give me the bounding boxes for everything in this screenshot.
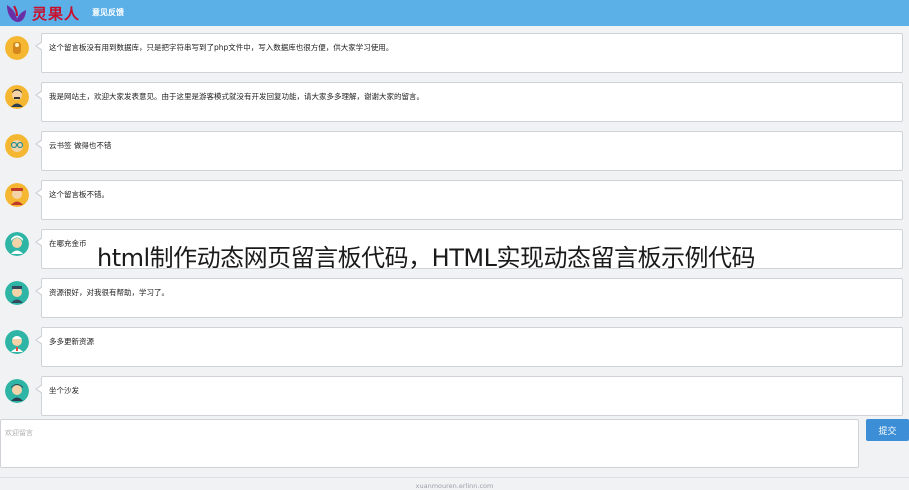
logo-mark-icon: [7, 5, 26, 22]
avatar-icon: [5, 379, 29, 403]
message-bubble: 云书签 做得也不错: [35, 131, 903, 171]
logo-text: 灵果人: [32, 4, 81, 23]
avatar-icon: [5, 281, 29, 305]
message-bubble: 多多更新资源: [35, 327, 903, 367]
message-bubble: 这个留言板不错。: [35, 180, 903, 220]
avatar-icon: [5, 232, 29, 256]
top-bar: 灵果人 意见反馈: [0, 0, 909, 26]
message-text: 这个留言板没有用到数据库，只是把字符串写到了php文件中，写入数据库也很方便，供…: [49, 43, 394, 52]
footer-watermark: xuanmouren.erlinn.com: [415, 482, 494, 490]
message-input[interactable]: [1, 420, 858, 467]
message-composer: [0, 419, 859, 468]
message-text: 这个留言板不错。: [49, 190, 109, 199]
message-bubble: 资源很好，对我很有帮助，学习了。: [35, 278, 903, 318]
message-text: 云书签 做得也不错: [49, 141, 112, 150]
avatar-icon: [5, 36, 29, 60]
nav-feedback[interactable]: 意见反馈: [92, 7, 124, 18]
avatar-icon: [5, 134, 29, 158]
message-item: 坐个沙发: [0, 376, 909, 418]
message-text: 坐个沙发: [49, 386, 79, 395]
avatar-icon: [5, 330, 29, 354]
overlay-caption: html制作动态网页留言板代码，HTML实现动态留言板示例代码: [97, 244, 755, 272]
message-item: 这个留言板没有用到数据库，只是把字符串写到了php文件中，写入数据库也很方便，供…: [0, 33, 909, 75]
message-text: 多多更新资源: [49, 337, 94, 346]
message-item: 资源很好，对我很有帮助，学习了。: [0, 278, 909, 320]
message-item: 这个留言板不错。: [0, 180, 909, 222]
message-text: 我是网站主，欢迎大家发表意见。由于这里是游客模式就没有开发回复功能，请大家多多理…: [49, 92, 424, 101]
avatar-icon: [5, 183, 29, 207]
message-item: 多多更新资源: [0, 327, 909, 369]
avatar-icon: [5, 85, 29, 109]
message-bubble: 坐个沙发: [35, 376, 903, 416]
message-bubble: 这个留言板没有用到数据库，只是把字符串写到了php文件中，写入数据库也很方便，供…: [35, 33, 903, 73]
message-text: 资源很好，对我很有帮助，学习了。: [49, 288, 169, 297]
message-bubble: 我是网站主，欢迎大家发表意见。由于这里是游客模式就没有开发回复功能，请大家多多理…: [35, 82, 903, 122]
message-item: 云书签 做得也不错: [0, 131, 909, 173]
submit-button[interactable]: 提交: [866, 419, 909, 441]
message-text: 在哪充金币: [49, 239, 87, 248]
footer: xuanmouren.erlinn.com: [0, 477, 909, 490]
brand-logo[interactable]: 灵果人: [4, 2, 80, 24]
message-item: 我是网站主，欢迎大家发表意见。由于这里是游客模式就没有开发回复功能，请大家多多理…: [0, 82, 909, 124]
